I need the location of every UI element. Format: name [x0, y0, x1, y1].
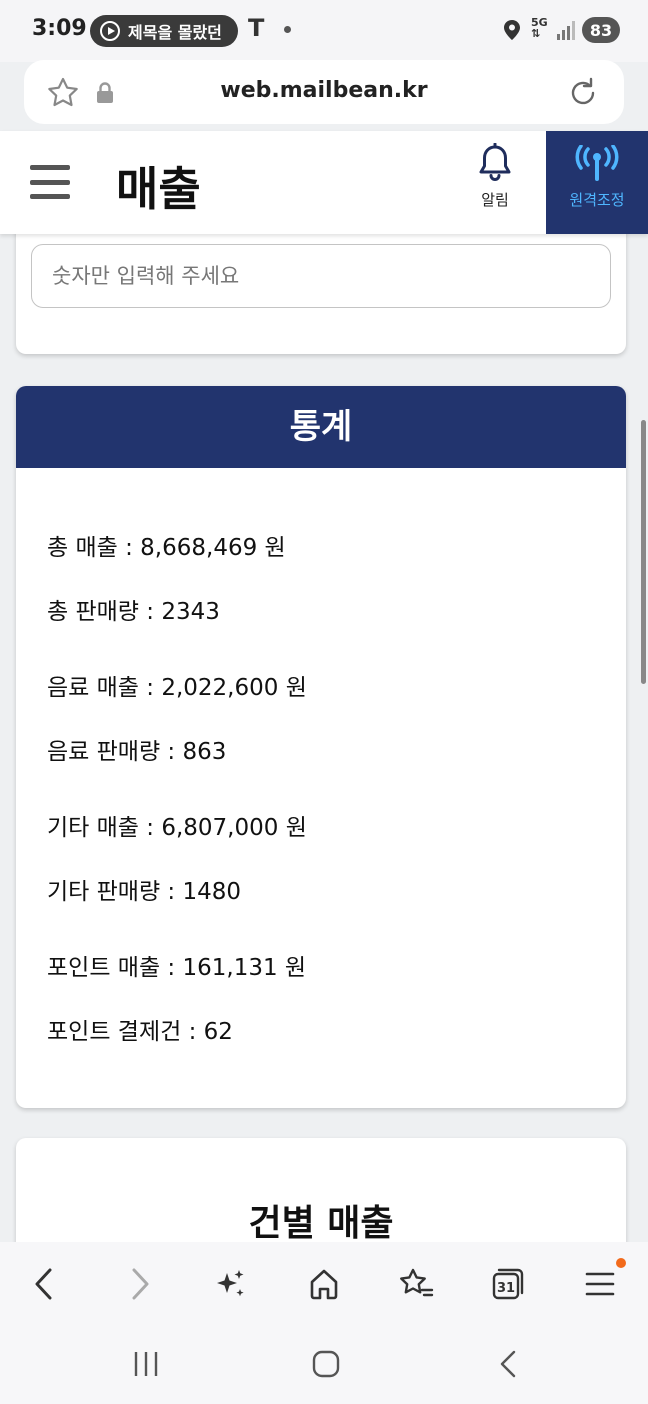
- status-time: 3:09: [32, 16, 87, 41]
- stat-drink-quantity: 음료 판매량 : 863: [47, 739, 227, 765]
- hamburger-menu-icon[interactable]: [30, 165, 70, 199]
- home-square-icon: [312, 1350, 340, 1378]
- tabs-count: 31: [497, 1281, 515, 1296]
- number-input[interactable]: [31, 244, 611, 308]
- recent-apps-icon: [134, 1352, 158, 1376]
- bell-icon: [479, 143, 511, 181]
- stats-card: 통계 총 매출 : 8,668,469 원 총 판매량 : 2343 음료 매출…: [16, 386, 626, 1108]
- stat-total-quantity: 총 판매량 : 2343: [47, 599, 220, 625]
- network-icon: 5G ⇅: [531, 16, 548, 40]
- stat-point-count: 포인트 결제건 : 62: [47, 1019, 233, 1045]
- system-navigation-bar: [0, 1326, 648, 1404]
- play-icon: [100, 21, 120, 41]
- signal-icon: [557, 21, 575, 40]
- bookmarks-star-icon: [400, 1268, 434, 1297]
- tabs-button[interactable]: 31: [488, 1264, 528, 1304]
- system-back-button[interactable]: [488, 1344, 528, 1384]
- page-title: 매출: [116, 162, 201, 216]
- page-scrollbar[interactable]: [641, 420, 646, 684]
- stat-point-sales: 포인트 매출 : 161,131 원: [47, 955, 307, 981]
- chevron-left-icon: [500, 1350, 516, 1378]
- system-home-button[interactable]: [306, 1344, 346, 1384]
- stat-other-sales: 기타 매출 : 6,807,000 원: [47, 815, 307, 841]
- address-bar[interactable]: web.mailbean.kr: [24, 60, 624, 124]
- home-button[interactable]: [304, 1264, 344, 1304]
- arrow-right-icon: [132, 1268, 149, 1300]
- alarm-label: 알림: [481, 191, 509, 209]
- battery-indicator: 83: [582, 17, 620, 43]
- content-area[interactable]: 통계 총 매출 : 8,668,469 원 총 판매량 : 2343 음료 매출…: [0, 234, 648, 1242]
- network-label: 5G: [531, 16, 548, 29]
- browser-toolbar: 31: [0, 1242, 648, 1326]
- stat-other-quantity: 기타 판매량 : 1480: [47, 879, 242, 905]
- media-title: 제목을 몰랐던: [128, 23, 222, 42]
- media-notification[interactable]: 제목을 몰랐던: [90, 15, 238, 47]
- reload-icon[interactable]: [566, 76, 600, 110]
- stat-total-sales: 총 매출 : 8,668,469 원: [47, 535, 286, 561]
- menu-lines-icon: [585, 1272, 615, 1296]
- browser-menu-button[interactable]: [580, 1264, 620, 1304]
- stat-drink-sales: 음료 매출 : 2,022,600 원: [47, 675, 307, 701]
- recent-apps-button[interactable]: [126, 1344, 166, 1384]
- forward-button[interactable]: [120, 1264, 160, 1304]
- status-bar: 3:09 제목을 몰랐던 T 5G ⇅ 83: [0, 0, 648, 62]
- more-notifications-icon: [284, 26, 291, 33]
- back-button[interactable]: [24, 1264, 64, 1304]
- carrier-icon: T: [248, 14, 265, 42]
- url-text[interactable]: web.mailbean.kr: [24, 78, 624, 103]
- app-header: 매출 알림 원격조정: [0, 131, 648, 234]
- remote-control-button[interactable]: 원격조정: [546, 131, 648, 234]
- detail-title: 건별 매출: [248, 1203, 394, 1242]
- antenna-icon: [575, 145, 619, 181]
- location-icon: [504, 20, 520, 40]
- stats-title: 통계: [16, 386, 626, 468]
- tabs-icon: 31: [492, 1268, 524, 1300]
- input-card: [16, 234, 626, 354]
- detail-card: 건별 매출: [16, 1138, 626, 1242]
- sparkle-icon: [217, 1270, 244, 1297]
- alarm-button[interactable]: 알림: [462, 143, 528, 223]
- remote-control-label: 원격조정: [569, 191, 625, 209]
- ai-assist-button[interactable]: [210, 1264, 250, 1304]
- menu-notification-dot: [616, 1258, 626, 1268]
- home-icon: [310, 1269, 338, 1300]
- bookmarks-button[interactable]: [396, 1264, 436, 1304]
- arrow-left-icon: [35, 1268, 52, 1300]
